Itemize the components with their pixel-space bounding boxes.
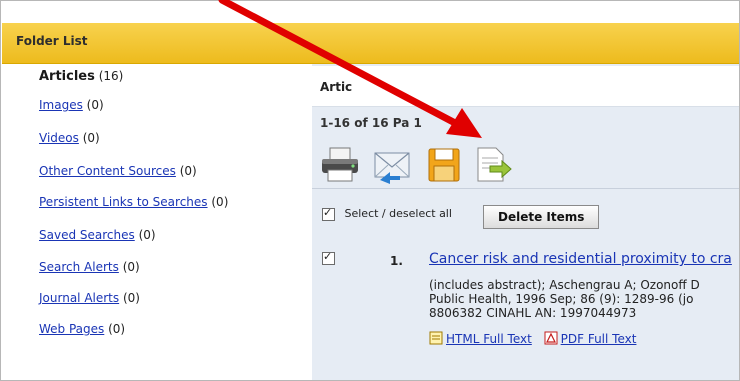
sidebar-item-journal-alerts[interactable]: Journal Alerts (0) [39, 291, 140, 305]
sidebar-item-link[interactable]: Videos [39, 131, 79, 145]
sidebar-item-count: (0) [108, 322, 126, 336]
result-item: 1. Cancer risk and residential proximity… [312, 244, 739, 379]
html-document-icon [429, 331, 443, 345]
sidebar-item-other-content-sources[interactable]: Other Content Sources (0) [39, 164, 197, 178]
sidebar-item-count: (0) [122, 291, 140, 305]
html-full-text-link[interactable]: HTML Full Text [446, 332, 532, 346]
sidebar-item-articles[interactable]: Articles (16) [39, 69, 123, 84]
citation-line: Public Health, 1996 Sep; 86 (9): 1289-96… [429, 292, 694, 306]
sidebar-item-link[interactable]: Journal Alerts [39, 291, 119, 305]
sidebar-item-count: (16) [98, 69, 124, 83]
articles-pane: Artic 1-16 of 16 Pa 1 ✓ Select / deselec… [312, 64, 739, 380]
sidebar-item-count: (0) [122, 260, 140, 274]
toolbar-divider [312, 188, 739, 189]
folder-sidebar: Articles (16) Images (0) Videos (0) Othe… [2, 64, 311, 380]
sidebar-item-images[interactable]: Images (0) [39, 98, 104, 112]
pdf-icon [544, 331, 558, 345]
result-number: 1. [390, 254, 403, 268]
page-number: 1 [413, 116, 422, 130]
sidebar-item-count: (0) [211, 195, 229, 209]
result-citation: (includes abstract); Aschengrau A; Ozono… [429, 278, 734, 320]
sidebar-item-saved-searches[interactable]: Saved Searches (0) [39, 228, 156, 242]
sidebar-item-link[interactable]: Persistent Links to Searches [39, 195, 208, 209]
item-toolbar [312, 142, 739, 188]
sidebar-item-search-alerts[interactable]: Search Alerts (0) [39, 260, 140, 274]
citation-line: (includes abstract); Aschengrau A; Ozono… [429, 278, 700, 292]
sidebar-item-link[interactable]: Saved Searches [39, 228, 135, 242]
sidebar-item-count: (0) [138, 228, 156, 242]
delete-items-button[interactable]: Delete Items [483, 205, 600, 229]
pdf-full-text-link[interactable]: PDF Full Text [561, 332, 637, 346]
folder-list-header: Folder List [2, 23, 739, 64]
save-disk-icon[interactable] [424, 146, 464, 184]
paging-info: 1-16 of 16 Pa 1 [320, 116, 422, 130]
sidebar-item-persistent-links[interactable]: Persistent Links to Searches (0) [39, 195, 228, 209]
result-checkbox[interactable] [322, 250, 335, 265]
select-all-label: Select / deselect all [344, 207, 452, 220]
sidebar-item-videos[interactable]: Videos (0) [39, 131, 100, 145]
sidebar-item-link[interactable]: Images [39, 98, 83, 112]
sidebar-item-web-pages[interactable]: Web Pages (0) [39, 322, 125, 336]
folder-window: Folder List Articles (16) Images (0) Vid… [0, 0, 740, 381]
sidebar-item-link[interactable]: Web Pages [39, 322, 104, 336]
full-text-links: HTML Full Text PDF Full Text [429, 331, 644, 346]
printer-icon[interactable] [320, 146, 360, 184]
result-title-link[interactable]: Cancer risk and residential proximity to… [429, 251, 732, 267]
select-all-checkbox[interactable] [322, 206, 335, 221]
sidebar-item-label: Articles [39, 69, 95, 84]
sidebar-item-count: (0) [86, 98, 104, 112]
sidebar-item-link[interactable]: Search Alerts [39, 260, 119, 274]
paging-range: 1-16 of 16 Pa [320, 116, 410, 130]
citation-line: 8806382 CINAHL AN: 1997044973 [429, 306, 637, 320]
sidebar-item-count: (0) [179, 164, 197, 178]
folder-list-title: Folder List [16, 34, 88, 48]
export-document-icon[interactable] [472, 146, 512, 184]
email-icon[interactable] [372, 146, 412, 184]
sidebar-item-count: (0) [82, 131, 100, 145]
articles-column-title: Artic [320, 80, 353, 94]
articles-column-header: Artic [312, 66, 739, 107]
sidebar-item-link[interactable]: Other Content Sources [39, 164, 176, 178]
select-all-row[interactable]: Select / deselect all [322, 206, 452, 221]
